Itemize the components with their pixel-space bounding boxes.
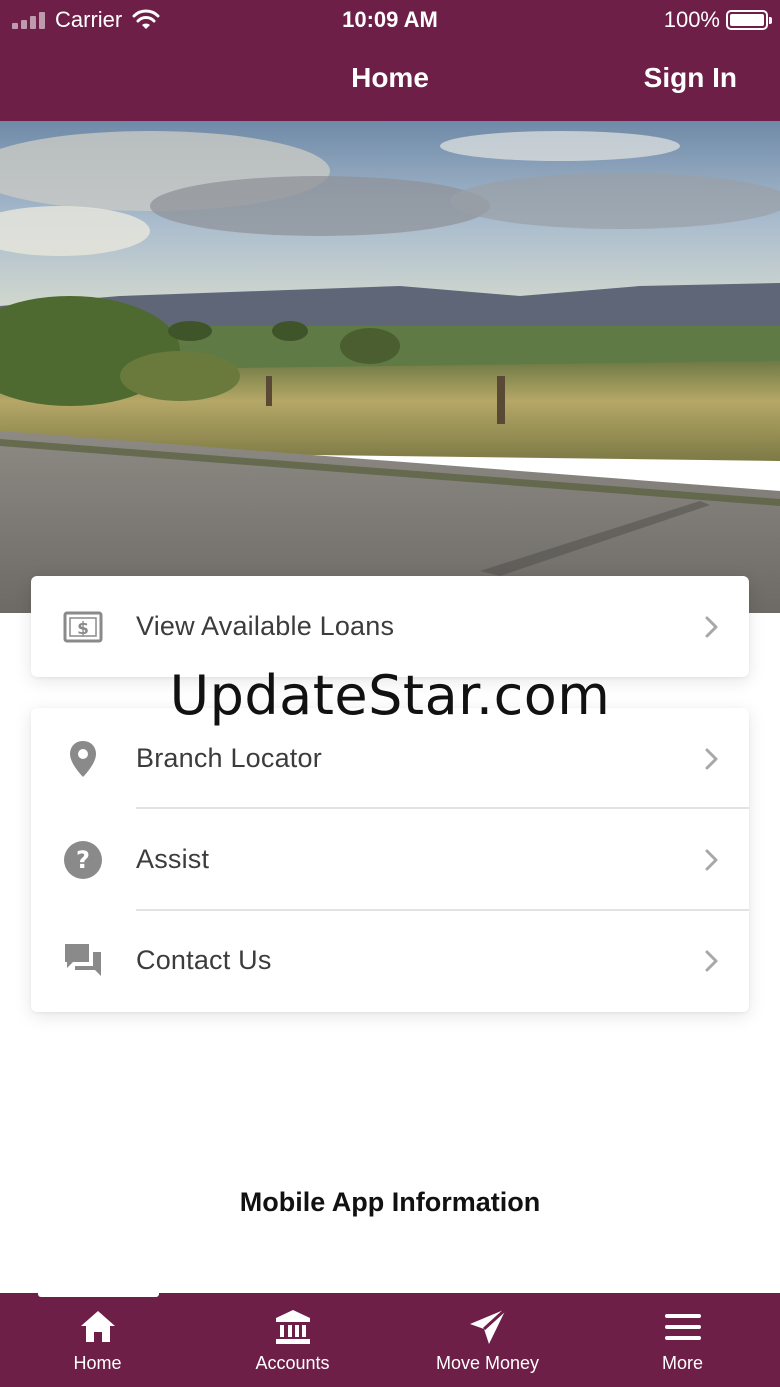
app-header: Carrier 10:09 AM 100% Home Sign In [0,0,780,121]
bank-icon [275,1310,310,1344]
services-card: Branch Locator ? Assist Contact Us [31,708,749,1012]
status-right: 100% [663,7,772,33]
chevron-right-icon [705,849,718,870]
loans-card: $ View Available Loans [31,576,749,677]
assist-label: Assist [136,844,210,874]
contact-us-item[interactable]: Contact Us [31,910,749,1011]
tab-accounts-label: Accounts [255,1353,330,1373]
dollar-bill-icon: $ [63,607,103,647]
menu-icon [664,1314,701,1340]
branch-locator-label: Branch Locator [136,743,322,773]
view-available-loans-item[interactable]: $ View Available Loans [31,576,749,677]
svg-text:?: ? [76,846,90,874]
watermark-text: UpdateStar.com [169,664,611,727]
location-pin-icon [63,739,103,779]
sign-in-button[interactable]: Sign In [644,62,737,94]
tab-move-money[interactable]: Move Money [390,1293,585,1387]
battery-icon [726,10,772,30]
tab-move-money-label: Move Money [435,1353,540,1373]
mobile-app-information-link[interactable]: Mobile App Information [0,1187,780,1218]
tab-accounts[interactable]: Accounts [195,1293,390,1387]
chevron-right-icon [705,616,718,637]
chevron-right-icon [705,748,718,769]
status-bar: Carrier 10:09 AM 100% [0,0,780,40]
home-icon [80,1311,115,1342]
tab-more-label: More [661,1353,703,1373]
battery-percent: 100% [663,7,720,32]
hero-landscape-image [0,121,780,613]
paper-plane-icon [469,1307,507,1344]
view-available-loans-label: View Available Loans [136,611,395,641]
chat-bubbles-icon [63,941,103,981]
contact-us-label: Contact Us [136,945,272,975]
svg-text:$: $ [77,619,89,639]
tab-home-label: Home [73,1353,122,1373]
tab-more[interactable]: More [585,1293,780,1387]
tab-home[interactable]: Home [0,1293,195,1387]
assist-item[interactable]: ? Assist [31,809,749,910]
question-circle-icon: ? [63,840,103,880]
chevron-right-icon [705,950,718,971]
bottom-tab-bar: Home Accounts Move Money More [0,1289,780,1387]
